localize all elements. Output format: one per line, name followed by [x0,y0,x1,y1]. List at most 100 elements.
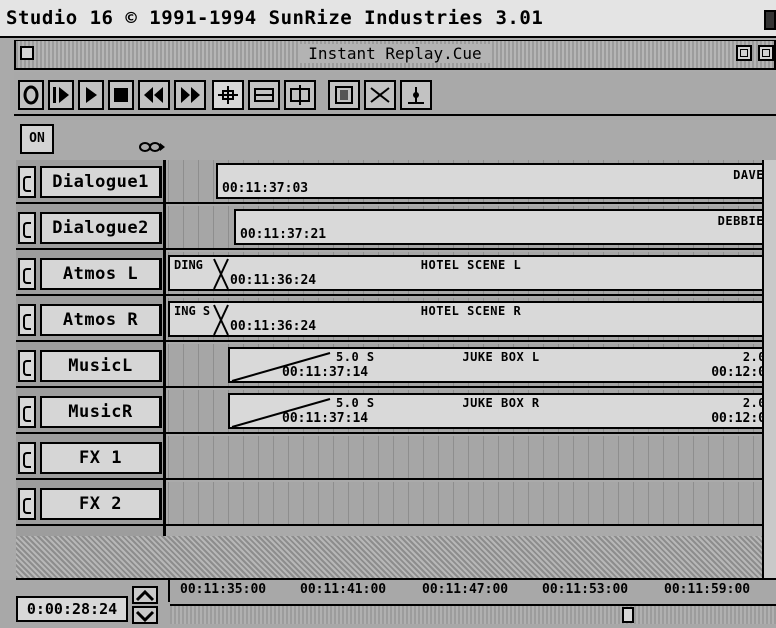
trim-region-button[interactable] [248,80,280,110]
move-region-icon [218,86,238,104]
play-from-start-icon [53,87,69,103]
track-row: MusicL 5.0 S 00:11:37:14 JUKE BOX L 2.0 00:12… [16,344,776,388]
audio-region[interactable]: ING S 00:11:36:24 HOTEL SCENE R [168,301,774,337]
crossfade-button[interactable] [364,80,396,110]
split-region-icon [290,85,310,105]
track-row: FX 2 [16,482,776,526]
timeline-ruler[interactable]: 00:11:35:00 00:11:41:00 00:11:47:00 00:1… [168,580,776,602]
track-row: MusicR 5.0 S 00:11:37:14 JUKE BOX R 2.0 00:12… [16,390,776,434]
track-name-button[interactable]: MusicL [40,350,162,382]
track-name-button[interactable]: Atmos R [40,304,162,336]
track-lane[interactable] [168,436,774,478]
track-lane[interactable]: DING 00:11:36:24 HOTEL SCENE L [168,252,774,294]
marker-icon [408,87,424,104]
stop-icon [114,88,128,102]
horizontal-scrollbar[interactable] [170,604,776,624]
crossfade-icon [370,87,390,103]
fast-forward-icon [181,87,200,103]
region-name: DEBBIE [717,214,764,228]
track-name-button[interactable]: Dialogue1 [40,166,162,198]
split-region-button[interactable] [284,80,316,110]
audio-region[interactable]: 00:11:37:03 DAVE [216,163,774,199]
track-name-button[interactable]: Atmos L [40,258,162,290]
fast-forward-button[interactable] [174,80,206,110]
track-name-button[interactable]: MusicR [40,396,162,428]
empty-track-area [16,536,776,580]
region-name: HOTEL SCENE L [420,258,522,272]
record-button[interactable] [18,80,44,110]
ruler-tick-label: 00:11:47:00 [422,582,509,597]
region-timecode: 00:11:37:14 [282,365,369,380]
screen-title-bar: Studio 16 © 1991-1994 SunRize Industries… [0,0,776,38]
zoom-gadget-icon[interactable] [736,45,752,61]
region-timecode: 00:11:37:03 [222,181,309,196]
speaker-icon[interactable] [18,350,36,382]
speaker-icon[interactable] [18,304,36,336]
link-tracks-icon[interactable] [138,141,166,153]
audio-region[interactable]: 00:11:37:21 DEBBIE [234,209,774,245]
marker-button[interactable] [400,80,432,110]
chevron-up-icon [135,589,155,602]
trim-region-icon [254,88,274,102]
speaker-icon[interactable] [18,488,36,520]
speaker-icon[interactable] [18,442,36,474]
track-row: FX 1 [16,436,776,480]
region-name: JUKE BOX L [462,350,540,364]
track-name-button[interactable]: FX 2 [40,488,162,520]
depth-gadget-icon[interactable] [758,45,774,61]
track-row: Dialogue2 00:11:37:21 DEBBIE [16,206,776,250]
on-toggle-button[interactable]: ON [20,124,54,154]
audio-region[interactable]: 5.0 S 00:11:37:14 JUKE BOX L 2.0 00:12:0 [228,347,774,383]
time-counter[interactable]: 0:00:28:24 [16,596,128,622]
track-lane[interactable]: 00:11:37:03 DAVE [168,160,774,202]
speaker-icon[interactable] [18,212,36,244]
track-lane[interactable]: ING S 00:11:36:24 HOTEL SCENE R [168,298,774,340]
speaker-icon[interactable] [18,258,36,290]
play-icon [86,87,97,103]
region-end-timecode: 00:12:0 [711,411,766,426]
region-timecode: 00:11:37:14 [282,411,369,426]
track-row: Atmos R ING S 00:11:36:24 HOTEL SCENE R [16,298,776,342]
vertical-scrollbar[interactable] [762,160,776,578]
select-range-icon [335,86,353,104]
track-name-button[interactable]: FX 1 [40,442,162,474]
record-icon [23,85,39,105]
screen-title: Studio 16 © 1991-1994 SunRize Industries… [6,7,544,29]
track-lane[interactable]: 00:11:37:21 DEBBIE [168,206,774,248]
region-timecode: 00:11:36:24 [230,273,317,288]
audio-region[interactable]: DING 00:11:36:24 HOTEL SCENE L [168,255,774,291]
speaker-icon[interactable] [18,166,36,198]
rewind-icon [144,87,163,103]
screen-depth-gadget[interactable] [764,10,776,30]
track-name-button[interactable]: Dialogue2 [40,212,162,244]
chevron-down-icon [135,610,155,623]
track-lane[interactable] [168,482,774,524]
track-lane[interactable]: 5.0 S 00:11:37:14 JUKE BOX R 2.0 00:12:0 [168,390,774,432]
counter-down-button[interactable] [132,606,158,624]
ruler-tick-label: 00:11:59:00 [664,582,751,597]
track-row: Atmos L DING 00:11:36:24 HOTEL SCENE L [16,252,776,296]
ruler-tick-label: 00:11:41:00 [300,582,387,597]
track-row: Dialogue1 00:11:37:03 DAVE [16,160,776,204]
ruler-tick-label: 00:11:35:00 [180,582,267,597]
speaker-icon[interactable] [18,396,36,428]
stop-button[interactable] [108,80,134,110]
play-from-start-button[interactable] [48,80,74,110]
play-button[interactable] [78,80,104,110]
transport-toolbar [14,72,776,116]
counter-up-button[interactable] [132,586,158,604]
region-end-timecode: 00:12:0 [711,365,766,380]
bottom-bar: 0:00:28:24 00:11:35:00 00:11:41:00 00:11… [0,580,776,628]
window-title-bar[interactable]: Instant Replay.Cue [14,40,776,70]
rewind-button[interactable] [138,80,170,110]
track-lane[interactable]: 5.0 S 00:11:37:14 JUKE BOX L 2.0 00:12:0 [168,344,774,386]
window-title: Instant Replay.Cue [298,44,492,63]
audio-region[interactable]: 5.0 S 00:11:37:14 JUKE BOX R 2.0 00:12:0 [228,393,774,429]
ruler-tick-label: 00:11:53:00 [542,582,629,597]
move-region-button[interactable] [212,80,244,110]
select-range-button[interactable] [328,80,360,110]
region-name: DAVE [733,168,764,182]
scroll-knob[interactable] [622,607,634,623]
region-timecode: 00:11:37:21 [240,227,327,242]
region-name: JUKE BOX R [462,396,540,410]
